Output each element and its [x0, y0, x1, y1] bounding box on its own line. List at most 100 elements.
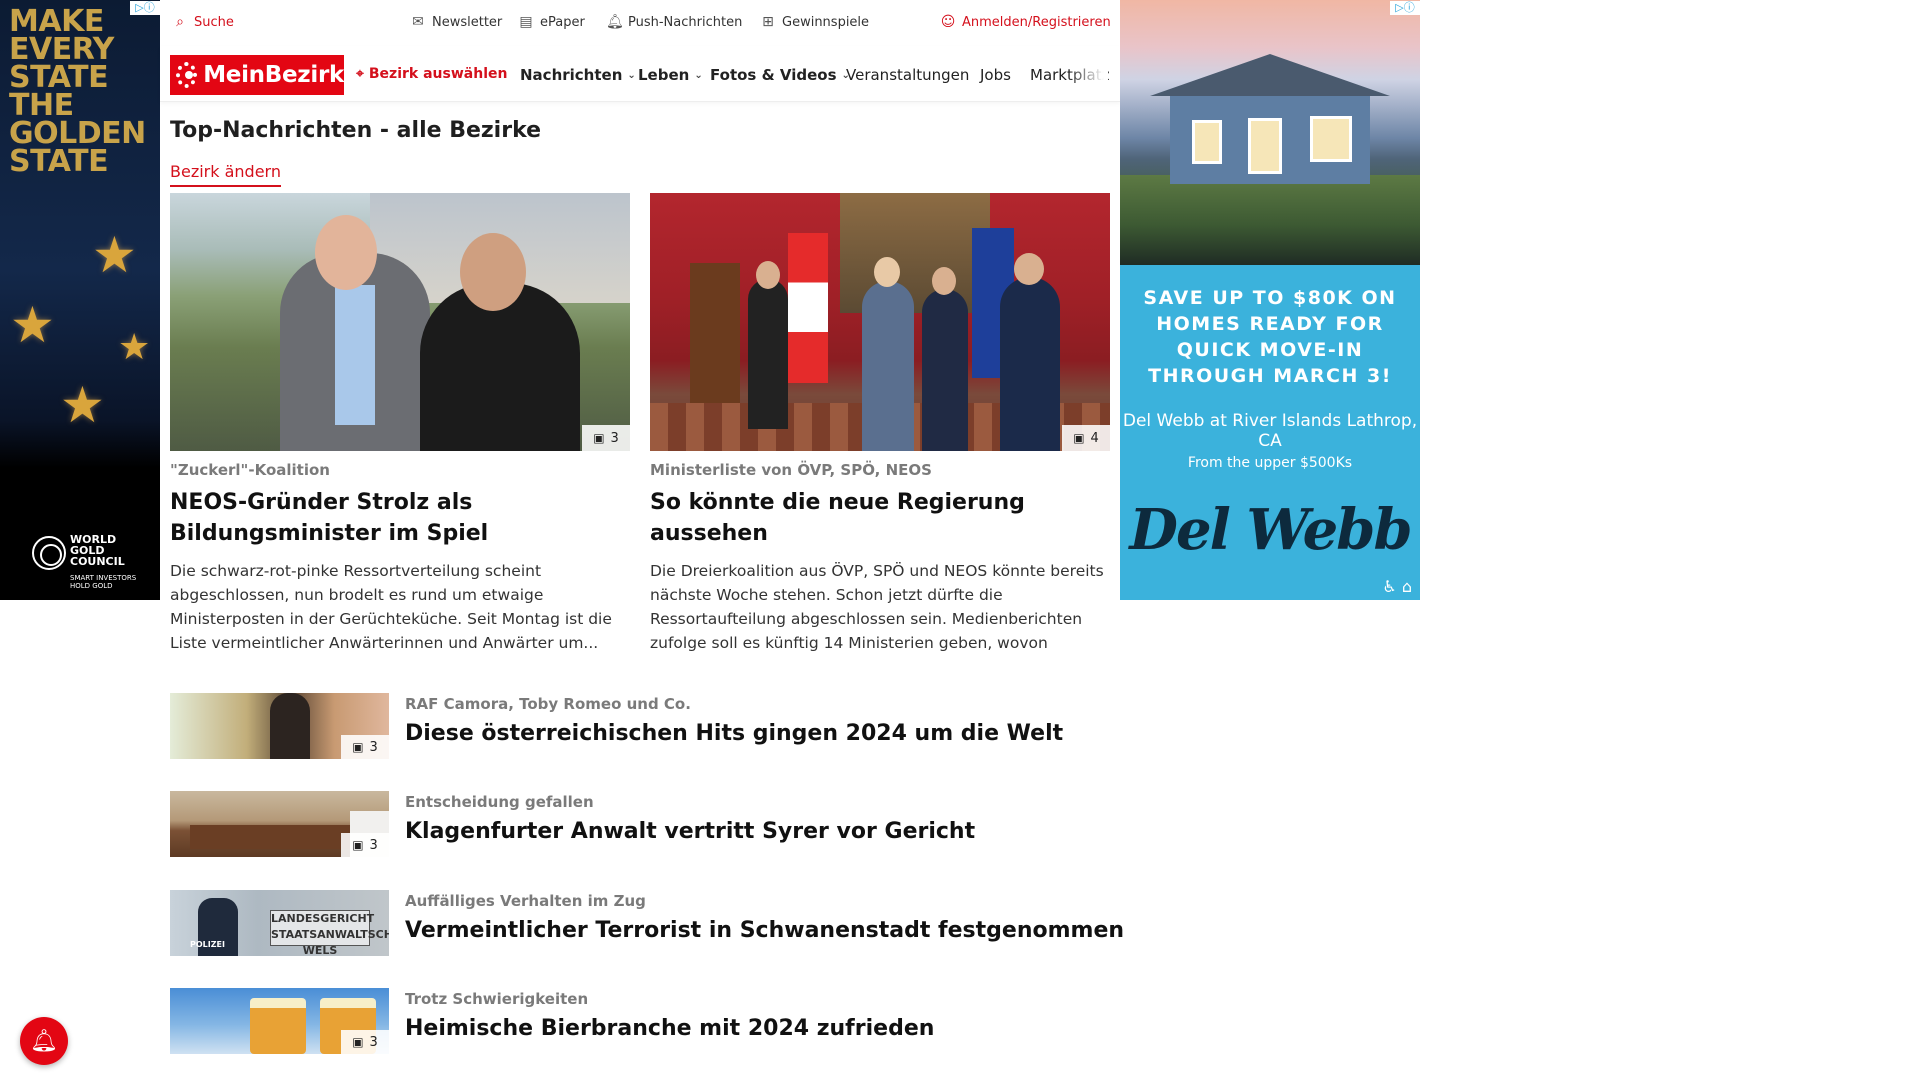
image-figure: [932, 267, 956, 295]
main-column: ⌕ Suche ✉ Newsletter ▤ ePaper 🔔︎ Push-Na…: [160, 0, 1124, 1080]
user-icon: ☺: [940, 14, 956, 30]
top-article[interactable]: ▣ 4 Ministerliste von ÖVP, SPÖ, NEOS So …: [650, 193, 1110, 655]
gallery-icon: ▣: [1073, 431, 1085, 445]
newsletter-link[interactable]: ✉ Newsletter: [410, 14, 502, 30]
ad-photo: [1120, 0, 1420, 265]
ad-brand-logo: Del Webb: [1129, 497, 1412, 563]
logo-sun-icon: [176, 62, 198, 88]
left-skyscraper-ad[interactable]: MAKE EVERY STATE THE GOLDEN STATE ★ ★ ★ …: [0, 0, 160, 600]
image-figure: [922, 289, 968, 451]
article-thumbnail[interactable]: ▣ 3: [170, 988, 389, 1054]
gallery-icon: ▣: [352, 740, 364, 754]
gallery-count-badge: ▣ 3: [341, 1030, 389, 1054]
article-kicker: "Zuckerl"-Koalition: [170, 461, 330, 479]
gallery-count-badge: ▣ 3: [341, 833, 389, 857]
article-image[interactable]: ▣ 3: [170, 193, 630, 451]
login-link[interactable]: ☺ Anmelden/Registrieren: [940, 14, 1111, 30]
notification-bell-button[interactable]: 🔔︎: [20, 1017, 68, 1065]
image-figure: [748, 279, 788, 429]
change-district-link[interactable]: Bezirk ändern: [170, 162, 281, 187]
wgc-logo-icon: [32, 536, 66, 570]
article-image[interactable]: ▣ 4: [650, 193, 1110, 451]
article-title[interactable]: Diese österreichischen Hits gingen 2024 …: [405, 721, 1063, 746]
image-figure: [1014, 253, 1044, 285]
page-title: Top-Nachrichten - alle Bezirke: [170, 118, 542, 143]
image-object: [1248, 118, 1282, 174]
gallery-count-badge: ▣ 4: [1062, 425, 1110, 451]
list-item[interactable]: ▣ 3 Entscheidung gefallen Klagenfurter A…: [170, 791, 1110, 857]
image-object: [1150, 54, 1390, 96]
contests-link[interactable]: ⊞ Gewinnspiele: [760, 14, 869, 30]
list-item[interactable]: LANDESGERICHT STAATSANWALTSCHAFT WELS PO…: [170, 890, 1124, 956]
chevron-down-icon: ⌄: [694, 69, 703, 81]
location-pin-icon: ⌖: [356, 66, 364, 82]
image-figure: [315, 215, 377, 290]
gallery-count-badge: ▣ 3: [582, 425, 630, 451]
article-kicker: Auffälliges Verhalten im Zug: [405, 892, 646, 910]
nav-item-veranstaltungen[interactable]: Veranstaltungen: [846, 66, 969, 84]
article-title[interactable]: Heimische Bierbranche mit 2024 zufrieden: [405, 1016, 934, 1041]
mail-icon: ✉: [412, 14, 424, 30]
nav-item-leben[interactable]: Leben ⌄: [638, 66, 703, 84]
search-link[interactable]: ⌕ Suche: [172, 14, 234, 30]
chevron-down-icon: ⌄: [627, 69, 636, 81]
adchoices-icon[interactable]: ▷ⓘ: [130, 1, 160, 15]
article-title[interactable]: Vermeintlicher Terrorist in Schwanenstad…: [405, 918, 1124, 943]
image-object: [788, 233, 828, 383]
image-object: [1192, 120, 1222, 164]
article-teaser: Die Dreierkoalition aus ÖVP, SPÖ und NEO…: [650, 562, 1104, 652]
epaper-link[interactable]: ▤ ePaper: [518, 14, 584, 30]
ad-headline: MAKE EVERY STATE THE GOLDEN STATE: [9, 4, 146, 179]
top-article[interactable]: ▣ 3 "Zuckerl"-Koalition NEOS-Gründer Str…: [170, 193, 630, 655]
article-kicker: RAF Camora, Toby Romeo und Co.: [405, 695, 691, 713]
gift-icon: ⊞: [762, 14, 774, 30]
nav-item-fotos-videos[interactable]: Fotos & Videos ⌄: [710, 66, 850, 84]
police-label: POLIZEI: [190, 940, 225, 949]
image-figure: [1000, 277, 1060, 451]
image-object: [1310, 116, 1352, 162]
gallery-icon: ▣: [352, 1035, 364, 1049]
bell-icon: 🔔︎: [606, 14, 624, 30]
article-thumbnail[interactable]: ▣ 3: [170, 693, 389, 759]
nav-item-nachrichten[interactable]: Nachrichten ⌄: [520, 66, 636, 84]
article-thumbnail[interactable]: ▣ 3: [170, 791, 389, 857]
article-title[interactable]: Klagenfurter Anwalt vertritt Syrer vor G…: [405, 819, 975, 844]
bell-icon: 🔔︎: [30, 1028, 58, 1054]
list-item[interactable]: ▣ 3 Trotz Schwierigkeiten Heimische Bier…: [170, 988, 1110, 1054]
adchoices-icon[interactable]: ▷ⓘ: [1390, 1, 1420, 15]
list-item[interactable]: ▣ 3 RAF Camora, Toby Romeo und Co. Diese…: [170, 693, 1110, 759]
article-kicker: Trotz Schwierigkeiten: [405, 990, 589, 1008]
court-sign: LANDESGERICHT STAATSANWALTSCHAFT WELS: [270, 910, 389, 956]
article-thumbnail[interactable]: LANDESGERICHT STAATSANWALTSCHAFT WELS PO…: [170, 890, 389, 956]
accessibility-housing-icon: ♿ ⌂: [1382, 577, 1412, 596]
image-object: [250, 998, 306, 1054]
gallery-icon: ▣: [352, 838, 364, 852]
star-decoration: ★: [92, 226, 137, 284]
ad-location: Del Webb at River Islands Lathrop, CA: [1122, 411, 1418, 451]
image-object: [190, 825, 350, 849]
ad-price: From the upper $500Ks: [1187, 455, 1353, 471]
right-display-ad[interactable]: SAVE UP TO $80K ON HOMES READY FOR QUICK…: [1120, 0, 1420, 600]
image-figure: [874, 257, 900, 287]
gallery-icon: ▣: [593, 431, 605, 445]
article-teaser: Die schwarz-rot-pinke Ressortverteilung …: [170, 562, 612, 652]
image-background: [840, 193, 990, 313]
district-selector[interactable]: ⌖ Bezirk auswählen: [356, 66, 507, 82]
site-logo[interactable]: MeinBezirk: [170, 55, 344, 95]
article-kicker: Entscheidung gefallen: [405, 793, 594, 811]
main-navigation: MeinBezirk ⌖ Bezirk auswählen Nachrichte…: [160, 46, 1120, 102]
nav-item-jobs[interactable]: Jobs: [980, 66, 1011, 84]
utility-bar: ⌕ Suche ✉ Newsletter ▤ ePaper 🔔︎ Push-Na…: [160, 0, 1120, 46]
star-decoration: ★: [10, 296, 55, 354]
image-object: [690, 263, 740, 403]
push-notifications-link[interactable]: 🔔︎ Push-Nachrichten: [606, 14, 742, 30]
article-title[interactable]: So könnte die neue Regierung aussehen: [650, 487, 1110, 549]
article-kicker: Ministerliste von ÖVP, SPÖ, NEOS: [650, 461, 932, 479]
nav-scroll-fade: [1068, 56, 1108, 96]
ad-headline: SAVE UP TO $80K ON HOMES READY FOR QUICK…: [1143, 287, 1397, 387]
image-figure: [270, 693, 310, 759]
star-decoration: ★: [60, 376, 105, 434]
image-figure: [460, 233, 526, 311]
newspaper-icon: ▤: [519, 14, 533, 30]
article-title[interactable]: NEOS-Gründer Strolz als Bildungsminister…: [170, 487, 630, 549]
